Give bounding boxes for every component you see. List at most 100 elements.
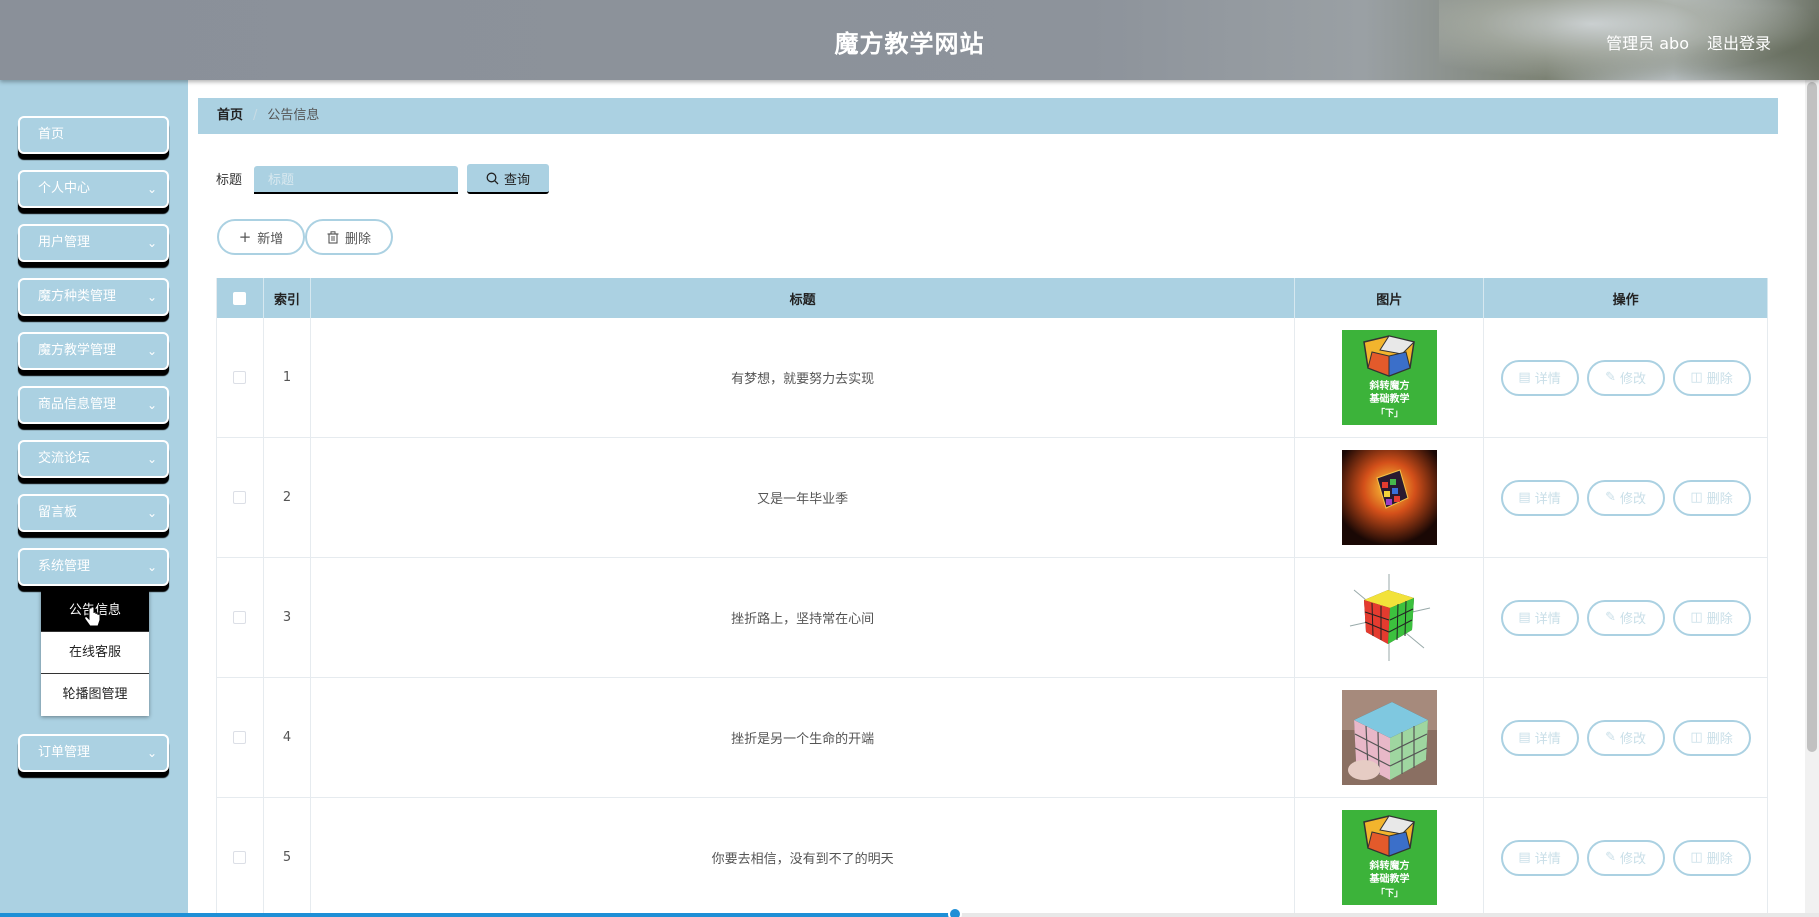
pencil-icon: ✎ bbox=[1605, 730, 1617, 745]
logout-link[interactable]: 退出登录 bbox=[1707, 30, 1771, 54]
sidebar-item-cube-types[interactable]: 魔方种类管理 ⌄ bbox=[18, 278, 169, 316]
sidebar-item-products[interactable]: 商品信息管理 ⌄ bbox=[18, 386, 169, 424]
main-content: 首页 / 公告信息 标题 查询 + 新增 删除 索引 标题 图片 操作 bbox=[188, 80, 1799, 917]
chevron-down-icon: ⌄ bbox=[146, 452, 157, 466]
search-input[interactable] bbox=[254, 166, 458, 194]
video-progress-fill bbox=[0, 913, 955, 917]
row-index: 2 bbox=[264, 438, 311, 557]
cube-tutorial-thumbnail: 斜转魔方 基础教学 「下」 bbox=[1341, 810, 1437, 905]
sidebar-item-forum[interactable]: 交流论坛 ⌄ bbox=[18, 440, 169, 478]
detail-button[interactable]: ▤ 详情 bbox=[1500, 839, 1579, 876]
detail-button[interactable]: ▤ 详情 bbox=[1500, 719, 1579, 756]
row-delete-label: 删除 bbox=[1706, 372, 1733, 387]
breadcrumb-separator: / bbox=[253, 108, 258, 123]
row-delete-button[interactable]: ◫ 删除 bbox=[1672, 839, 1751, 876]
row-delete-button[interactable]: ◫ 删除 bbox=[1672, 479, 1751, 516]
detail-button[interactable]: ▤ 详情 bbox=[1500, 359, 1579, 396]
hand-cube-thumbnail bbox=[1341, 690, 1437, 785]
sidebar-item-label: 用户管理 bbox=[38, 235, 91, 250]
sidebar-item-home[interactable]: 首页 bbox=[18, 116, 169, 154]
sidebar-item-orders[interactable]: 订单管理 ⌄ bbox=[18, 734, 169, 772]
sidebar-item-label: 商品信息管理 bbox=[38, 397, 117, 412]
table-row: 5 你要去相信，没有到不了的明天 斜转魔方 基础教学 「下」 ▤ 详情 ✎ 修改 ◫… bbox=[217, 798, 1768, 917]
table-header: 索引 标题 图片 操作 bbox=[217, 278, 1768, 318]
top-header: 魔方教学网站 管理员 abo 退出登录 bbox=[0, 0, 1819, 80]
detail-button[interactable]: ▤ 详情 bbox=[1500, 599, 1579, 636]
pencil-icon: ✎ bbox=[1605, 490, 1617, 505]
search-icon bbox=[486, 172, 499, 184]
document-icon: ▤ bbox=[1518, 610, 1531, 625]
row-checkbox[interactable] bbox=[233, 491, 247, 504]
detail-button-label: 详情 bbox=[1534, 612, 1561, 627]
thumb-caption-line3: 「下」 bbox=[1376, 887, 1403, 899]
chevron-down-icon: ⌄ bbox=[146, 560, 157, 574]
pencil-icon: ✎ bbox=[1605, 610, 1617, 625]
video-progress-bar[interactable] bbox=[0, 907, 1819, 917]
sidebar-item-users[interactable]: 用户管理 ⌄ bbox=[18, 224, 169, 262]
chevron-down-icon: ⌄ bbox=[146, 746, 157, 760]
batch-delete-label: 删除 bbox=[344, 231, 371, 247]
row-checkbox[interactable] bbox=[233, 851, 247, 864]
submenu-item-online-service[interactable]: 在线客服 bbox=[41, 632, 149, 674]
row-delete-button[interactable]: ◫ 删除 bbox=[1672, 359, 1751, 396]
detail-button-label: 详情 bbox=[1534, 372, 1561, 387]
sidebar-item-system[interactable]: 系统管理 ⌄ bbox=[18, 548, 169, 586]
row-checkbox[interactable] bbox=[233, 731, 247, 744]
row-checkbox[interactable] bbox=[233, 371, 247, 384]
document-icon: ▤ bbox=[1518, 730, 1531, 745]
edit-button-label: 修改 bbox=[1620, 612, 1647, 627]
submenu-item-carousel[interactable]: 轮播图管理 bbox=[41, 674, 149, 716]
search-button-label: 查询 bbox=[503, 172, 530, 188]
row-index: 5 bbox=[264, 798, 311, 917]
scrollbar-thumb[interactable] bbox=[1807, 82, 1817, 752]
breadcrumb-home[interactable]: 首页 bbox=[217, 108, 243, 123]
add-button-label: 新增 bbox=[257, 231, 284, 247]
column-header-title: 标题 bbox=[311, 278, 1296, 318]
row-delete-button[interactable]: ◫ 删除 bbox=[1672, 719, 1751, 756]
detail-button-label: 详情 bbox=[1534, 852, 1561, 867]
glowing-cube-thumbnail bbox=[1341, 450, 1437, 545]
chevron-down-icon: ⌄ bbox=[146, 290, 157, 304]
select-all-checkbox[interactable] bbox=[233, 291, 247, 305]
edit-button[interactable]: ✎ 修改 bbox=[1586, 719, 1665, 756]
detail-button[interactable]: ▤ 详情 bbox=[1500, 479, 1579, 516]
edit-button[interactable]: ✎ 修改 bbox=[1586, 599, 1665, 636]
video-progress-knob[interactable] bbox=[948, 907, 962, 917]
edit-button-label: 修改 bbox=[1620, 372, 1647, 387]
column-header-index: 索引 bbox=[264, 278, 311, 318]
table-row: 4 挫折是另一个生命的开端 ▤ 详情 ✎ 修改 ◫ 删除 bbox=[217, 678, 1768, 798]
column-header-actions: 操作 bbox=[1484, 278, 1768, 318]
pencil-icon: ✎ bbox=[1605, 850, 1617, 865]
add-button[interactable]: + 新增 bbox=[217, 219, 305, 255]
announcement-table: 索引 标题 图片 操作 1 有梦想，就要努力去实现 斜转魔方 基础教学 「下」 bbox=[216, 278, 1768, 917]
search-button[interactable]: 查询 bbox=[467, 164, 549, 194]
sidebar-item-label: 系统管理 bbox=[38, 559, 91, 574]
row-delete-button[interactable]: ◫ 删除 bbox=[1672, 599, 1751, 636]
row-title: 你要去相信，没有到不了的明天 bbox=[311, 798, 1296, 917]
thumb-caption-line2: 基础教学 bbox=[1368, 392, 1409, 405]
edit-button[interactable]: ✎ 修改 bbox=[1586, 359, 1665, 396]
document-icon: ▤ bbox=[1518, 850, 1531, 865]
chevron-down-icon: ⌄ bbox=[146, 398, 157, 412]
thumb-caption-line2: 基础教学 bbox=[1368, 872, 1409, 885]
edit-button-label: 修改 bbox=[1620, 852, 1647, 867]
row-checkbox[interactable] bbox=[233, 611, 247, 624]
column-header-image: 图片 bbox=[1295, 278, 1485, 318]
trash-icon: ◫ bbox=[1690, 490, 1703, 505]
sidebar-item-label: 留言板 bbox=[38, 505, 78, 520]
batch-delete-button[interactable]: 删除 bbox=[305, 219, 393, 255]
sidebar-item-profile[interactable]: 个人中心 ⌄ bbox=[18, 170, 169, 208]
breadcrumb-current: 公告信息 bbox=[267, 108, 320, 123]
row-delete-label: 删除 bbox=[1706, 492, 1733, 507]
row-index: 4 bbox=[264, 678, 311, 797]
edit-button[interactable]: ✎ 修改 bbox=[1586, 839, 1665, 876]
table-row: 2 又是一年毕业季 ▤ 详情 ✎ 修改 ◫ 删除 bbox=[217, 438, 1768, 558]
sidebar-item-messages[interactable]: 留言板 ⌄ bbox=[18, 494, 169, 532]
sidebar-item-cube-teaching[interactable]: 魔方教学管理 ⌄ bbox=[18, 332, 169, 370]
edit-button[interactable]: ✎ 修改 bbox=[1586, 479, 1665, 516]
chevron-down-icon: ⌄ bbox=[146, 182, 157, 196]
cube-axes-thumbnail bbox=[1341, 570, 1437, 665]
trash-icon: ◫ bbox=[1690, 370, 1703, 385]
document-icon: ▤ bbox=[1518, 490, 1531, 505]
vertical-scrollbar[interactable] bbox=[1805, 80, 1819, 917]
